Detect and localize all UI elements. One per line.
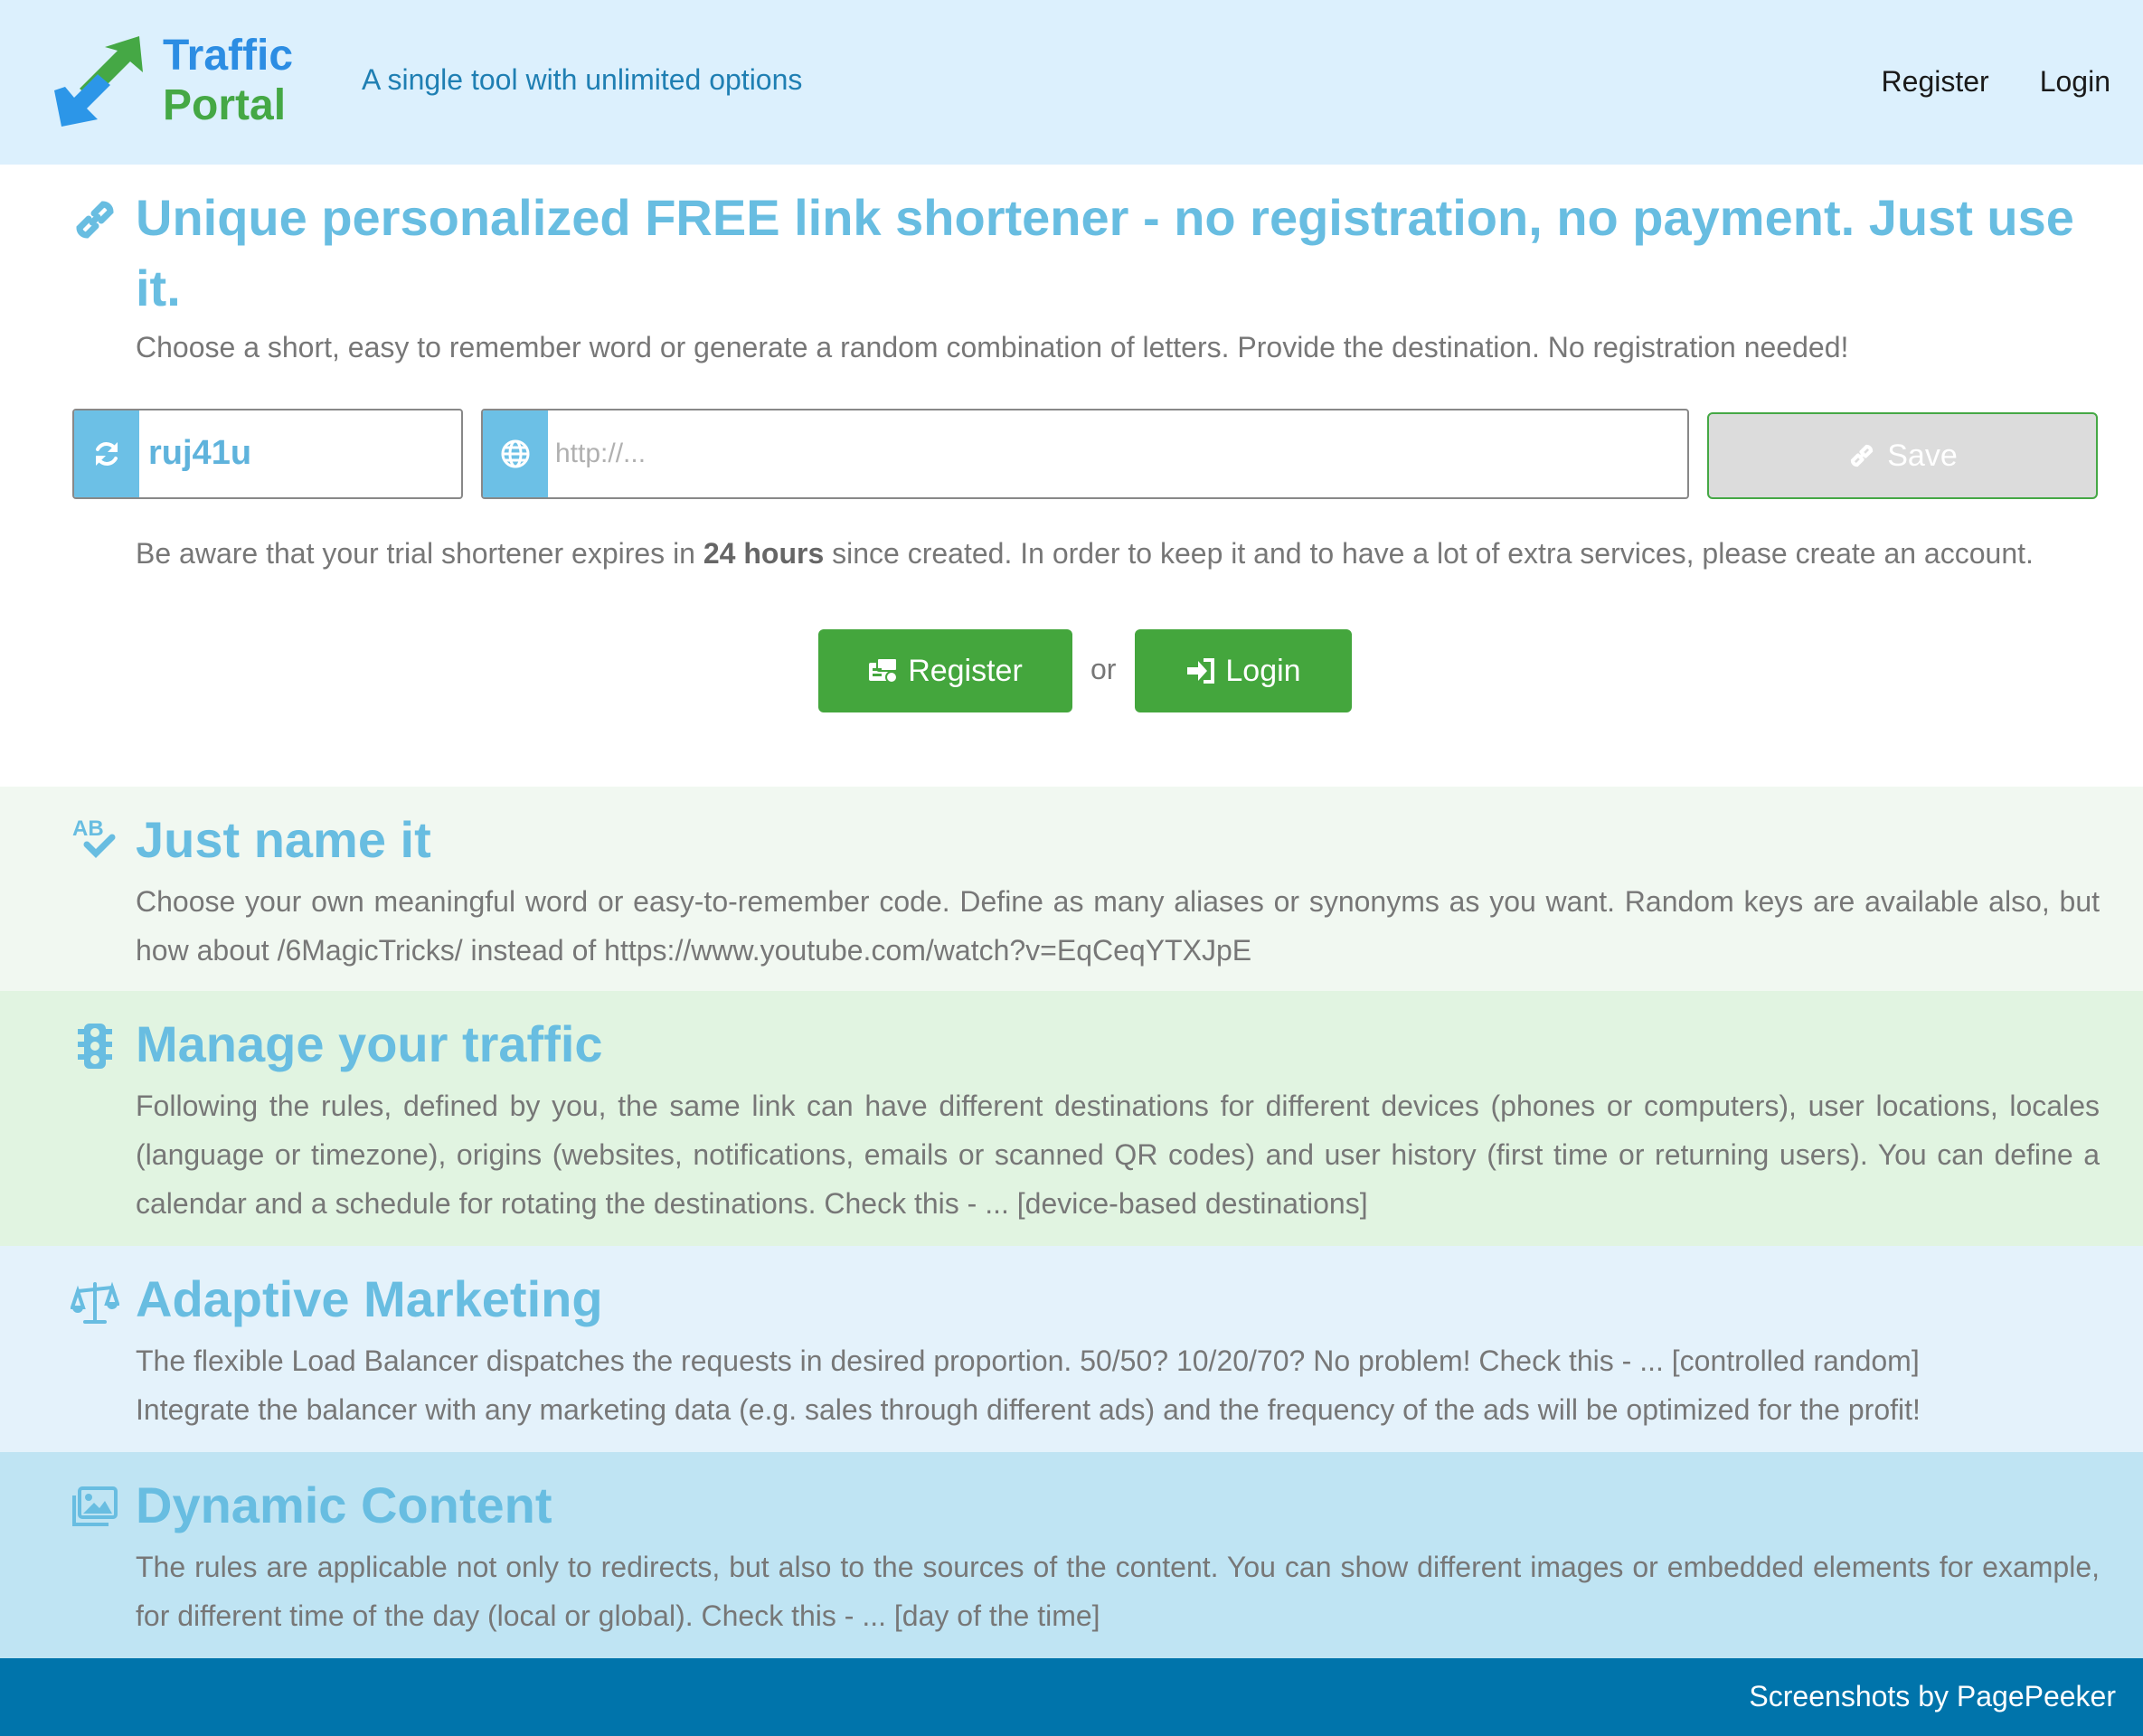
feature-text: Following the rules, defined by you, the… <box>136 1090 2100 1220</box>
save-button[interactable]: Save <box>1707 412 2098 499</box>
login-button-label: Login <box>1225 653 1301 688</box>
traffic-light-icon <box>78 1024 112 1069</box>
feature-title: Manage your traffic <box>136 1015 603 1072</box>
login-button[interactable]: Login <box>1135 629 1352 712</box>
footer-bar: Screenshots by PagePeeker <box>0 1658 2143 1736</box>
refresh-icon <box>96 442 118 466</box>
svg-text:AB: AB <box>72 816 104 841</box>
register-button-label: Register <box>908 653 1023 688</box>
feature-adaptive-marketing: Adaptive Marketing The flexible Load Bal… <box>0 1246 2143 1452</box>
feature-manage-traffic: Manage your traffic Following the rules,… <box>0 991 2143 1246</box>
destination-url-input[interactable] <box>555 410 1676 497</box>
spellcheck-icon: AB <box>72 816 116 858</box>
page-title: Unique personalized FREE link shortener … <box>136 189 2074 316</box>
feature-text: Choose your own meaningful word or easy-… <box>136 885 2100 967</box>
site-header: Traffic Portal A single tool with unlimi… <box>0 0 2143 165</box>
tagline: A single tool with unlimited options <box>362 63 803 96</box>
short-code-field: ruj41u <box>72 409 463 499</box>
nav-login-link[interactable]: Login <box>2040 65 2110 99</box>
warning-text-post: since created. In order to keep it and t… <box>824 537 2034 570</box>
feature-title: Just name it <box>136 811 431 868</box>
images-icon <box>72 1486 118 1526</box>
top-nav: Register Login <box>1882 65 2110 99</box>
feature-dynamic-content: Dynamic Content The rules are applicable… <box>0 1452 2143 1658</box>
feature-text-line2: Integrate the balancer with any marketin… <box>136 1393 1921 1426</box>
warning-text-pre: Be aware that your trial shortener expir… <box>136 537 703 570</box>
feature-text: The rules are applicable not only to red… <box>136 1551 2100 1632</box>
user-card-icon <box>869 657 899 684</box>
sign-in-icon <box>1187 658 1215 684</box>
save-button-label: Save <box>1887 438 1958 473</box>
globe-icon <box>501 439 530 468</box>
warning-duration: 24 hours <box>703 537 825 570</box>
feature-just-name-it: AB Just name it Choose your own meaningf… <box>0 787 2143 991</box>
link-icon <box>1851 444 1874 467</box>
destination-url-field <box>481 409 1689 499</box>
logo-text[interactable]: Traffic Portal <box>163 31 293 130</box>
url-addon <box>483 410 548 497</box>
short-code-value[interactable]: ruj41u <box>148 434 251 473</box>
feature-title: Adaptive Marketing <box>136 1270 603 1327</box>
trial-warning: Be aware that your trial shortener expir… <box>136 537 2034 571</box>
link-icon <box>76 201 114 239</box>
nav-register-link[interactable]: Register <box>1882 65 1989 99</box>
register-button[interactable]: Register <box>818 629 1072 712</box>
or-separator: or <box>1090 653 1117 685</box>
logo-line-traffic: Traffic <box>163 32 294 80</box>
page-subtitle: Choose a short, easy to remember word or… <box>136 331 1849 363</box>
footer-credit[interactable]: Screenshots by PagePeeker <box>1749 1680 2116 1713</box>
feature-title: Dynamic Content <box>136 1477 552 1533</box>
balance-scale-icon <box>71 1281 119 1324</box>
refresh-code-button[interactable] <box>74 410 139 497</box>
logo-line-portal: Portal <box>163 81 287 129</box>
logo-arrows-icon[interactable] <box>52 36 146 127</box>
feature-text-line1: The flexible Load Balancer dispatches th… <box>136 1344 1920 1377</box>
